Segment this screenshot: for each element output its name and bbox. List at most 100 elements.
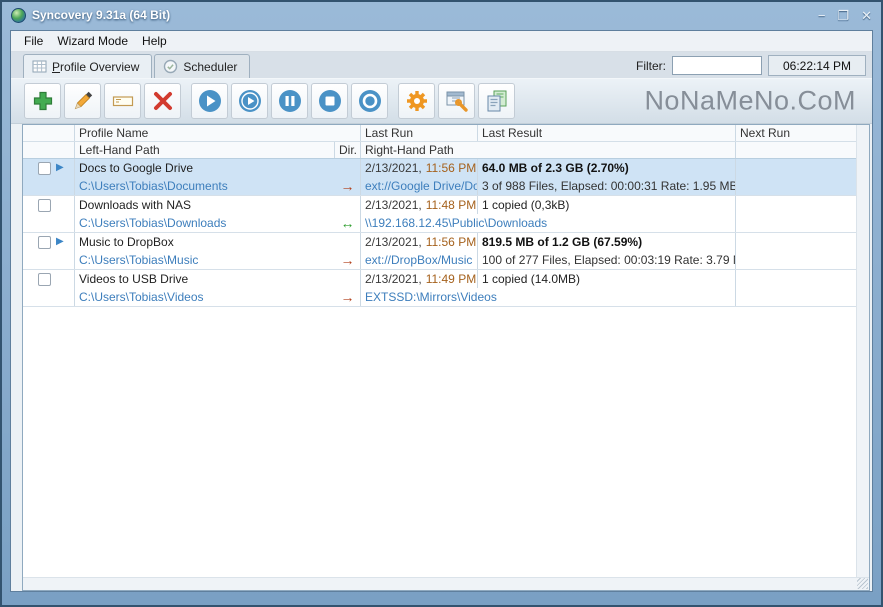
rename-profile-button[interactable] (104, 83, 141, 119)
last-result-value: 64.0 MB of 2.3 GB (2.70%) (478, 159, 736, 177)
menu-wizard-mode[interactable]: Wizard Mode (50, 32, 135, 50)
right-hand-path: ext://Google Drive/Do... (361, 177, 478, 195)
last-result-value: 819.5 MB of 1.2 GB (67.59%) (478, 233, 736, 251)
menu-help[interactable]: Help (135, 32, 174, 50)
last-run-value: 2/13/2021,11:48 PM (361, 196, 478, 214)
direction-arrow-icon: → (335, 251, 361, 269)
body-area: Profile Name Last Run Last Result Next R… (11, 124, 872, 591)
plus-icon (31, 89, 55, 113)
stop-profile-button[interactable] (311, 83, 348, 119)
program-settings-button[interactable] (438, 83, 475, 119)
next-run-value (736, 233, 856, 251)
running-indicator-icon: ▶ (56, 237, 64, 247)
filter-label: Filter: (636, 59, 666, 73)
result-detail (478, 288, 736, 306)
result-detail: 3 of 988 Files, Elapsed: 00:00:31 Rate: … (478, 177, 736, 195)
direction-arrow-icon: → (335, 288, 361, 306)
next-run-value (736, 196, 856, 214)
header-selector (23, 125, 75, 141)
run-profile-attended-button[interactable] (231, 83, 268, 119)
tab-strip: Profile Overview Scheduler Filter: 06:22… (11, 52, 872, 78)
profile-name: Docs to Google Drive (75, 159, 361, 177)
unattended-mode-button[interactable] (351, 83, 388, 119)
header-right-hand-path[interactable]: Right-Hand Path (361, 142, 736, 158)
header-profile-name[interactable]: Profile Name (75, 125, 361, 141)
profile-checkbox[interactable] (38, 273, 51, 286)
empty-list-area (23, 307, 856, 577)
app-logo-icon (11, 8, 26, 23)
header-empty (736, 142, 856, 158)
left-hand-path: C:\Users\Tobias\Downloads (75, 214, 335, 232)
profiles-panel: Profile Name Last Run Last Result Next R… (22, 124, 870, 591)
toolbar: NoNaMeNo.CoM (11, 78, 872, 124)
header-last-run[interactable]: Last Run (361, 125, 478, 141)
stop-icon (317, 88, 343, 114)
pause-icon (277, 88, 303, 114)
filter-input[interactable] (672, 56, 762, 75)
running-indicator-icon: ▶ (56, 163, 64, 173)
profile-checkbox[interactable] (38, 236, 51, 249)
grid-icon (32, 59, 47, 74)
profile-row[interactable]: ▶ Videos to USB Drive 2/13/2021,11:49 PM… (23, 270, 856, 307)
window-content: File Wizard Mode Help Profile Overview S… (10, 30, 873, 592)
profile-row[interactable]: ▶ Docs to Google Drive 2/13/2021,11:56 P… (23, 159, 856, 196)
direction-arrow-icon: → (335, 177, 361, 195)
result-detail: 100 of 277 Files, Elapsed: 00:03:19 Rate… (478, 251, 736, 269)
pencil-icon (71, 89, 95, 113)
left-hand-path: C:\Users\Tobias\Videos (75, 288, 335, 306)
gear-icon (404, 88, 430, 114)
right-hand-path: \\192.168.12.45\Public\Downloads (361, 214, 478, 232)
profile-checkbox[interactable] (38, 199, 51, 212)
header-last-result[interactable]: Last Result (478, 125, 736, 141)
header-selector (23, 142, 75, 158)
clock-display: 06:22:14 PM (768, 55, 866, 76)
minimize-button[interactable]: − (818, 9, 826, 22)
add-profile-button[interactable] (24, 83, 61, 119)
title-bar[interactable]: Syncovery 9.31a (64 Bit) − ❐ ✕ (2, 2, 881, 28)
menu-bar: File Wizard Mode Help (11, 31, 872, 52)
last-result-value: 1 copied (0,3kB) (478, 196, 736, 214)
next-run-value (736, 270, 856, 288)
last-run-value: 2/13/2021,11:56 PM (361, 233, 478, 251)
profile-name: Music to DropBox (75, 233, 361, 251)
last-result-value: 1 copied (14.0MB) (478, 270, 736, 288)
next-run-value (736, 159, 856, 177)
tab-profile-overview[interactable]: Profile Overview (23, 54, 152, 78)
app-window: Syncovery 9.31a (64 Bit) − ❐ ✕ File Wiza… (0, 0, 883, 607)
header-left-hand-path[interactable]: Left-Hand Path (75, 142, 335, 158)
ring-icon (357, 88, 383, 114)
pause-profile-button[interactable] (271, 83, 308, 119)
header-next-run[interactable]: Next Run (736, 125, 856, 141)
left-hand-path: C:\Users\Tobias\Music (75, 251, 335, 269)
vertical-scrollbar[interactable] (856, 125, 869, 577)
profile-checkbox[interactable] (38, 162, 51, 175)
rename-field-icon (111, 89, 135, 113)
profile-row[interactable]: ▶ Music to DropBox 2/13/2021,11:56 PM 81… (23, 233, 856, 270)
tab-label: Scheduler (183, 60, 237, 74)
left-hand-path: C:\Users\Tobias\Documents (75, 177, 335, 195)
table-header-row-2: Left-Hand Path Dir. Right-Hand Path (23, 142, 856, 159)
resize-grip[interactable] (857, 578, 868, 589)
tab-scheduler[interactable]: Scheduler (154, 54, 250, 78)
settings-button[interactable] (398, 83, 435, 119)
maximize-button[interactable]: ❐ (837, 9, 849, 22)
header-dir[interactable]: Dir. (335, 142, 361, 158)
profiles-list: ▶ Docs to Google Drive 2/13/2021,11:56 P… (23, 159, 856, 307)
result-detail (478, 214, 736, 232)
copy-profile-button[interactable] (478, 83, 515, 119)
watermark: NoNaMeNo.CoM (644, 86, 856, 117)
play-icon (197, 88, 223, 114)
horizontal-scrollbar[interactable] (23, 577, 869, 590)
edit-profile-button[interactable] (64, 83, 101, 119)
menu-file[interactable]: File (17, 32, 50, 50)
copy-profiles-icon (484, 88, 510, 114)
delete-profile-button[interactable] (144, 83, 181, 119)
play-outline-icon (237, 88, 263, 114)
close-button[interactable]: ✕ (861, 9, 872, 22)
table-header-row-1: Profile Name Last Run Last Result Next R… (23, 125, 856, 142)
run-profile-button[interactable] (191, 83, 228, 119)
profile-row[interactable]: ▶ Downloads with NAS 2/13/2021,11:48 PM … (23, 196, 856, 233)
clock-icon (163, 59, 178, 74)
tab-label: Profile Overview (52, 60, 139, 74)
profile-name: Downloads with NAS (75, 196, 361, 214)
